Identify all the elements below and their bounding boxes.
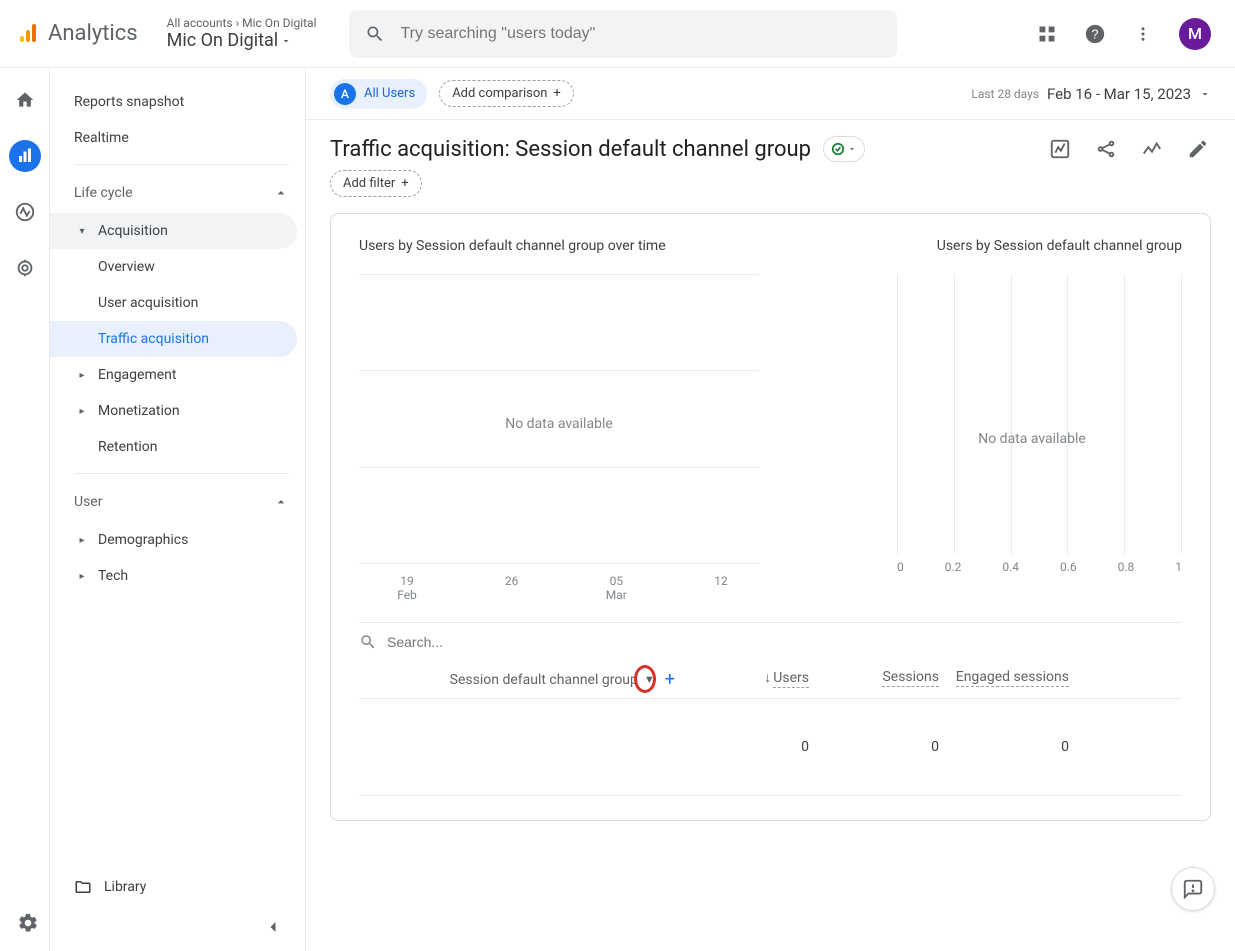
- rail-explore-icon[interactable]: [9, 196, 41, 228]
- dimension-selector[interactable]: Session default channel group: [450, 672, 638, 688]
- report-card: Users by Session default channel group o…: [330, 213, 1211, 821]
- feedback-icon: [1182, 878, 1204, 900]
- caret-right-icon: ▸: [74, 406, 90, 417]
- plus-icon: +: [401, 176, 408, 191]
- annotation-highlight: [634, 665, 656, 693]
- more-vert-icon[interactable]: [1131, 22, 1155, 46]
- rail-home-icon[interactable]: [9, 84, 41, 116]
- insights-icon[interactable]: [1139, 136, 1165, 162]
- sidebar-item-engagement[interactable]: ▸ Engagement: [50, 357, 297, 393]
- sidebar-section-user[interactable]: User: [50, 482, 305, 522]
- apps-icon[interactable]: [1035, 22, 1059, 46]
- plus-icon: +: [553, 86, 560, 101]
- sort-down-icon: ↓: [764, 670, 771, 686]
- chart-timeseries: Users by Session default channel group o…: [359, 238, 759, 602]
- top-bar: Analytics All accounts › Mic On Digital …: [0, 0, 1235, 68]
- rail-admin-gear-icon[interactable]: [12, 907, 44, 939]
- column-sessions[interactable]: Sessions: [809, 669, 939, 690]
- search-input[interactable]: [401, 25, 881, 43]
- product-logo-block[interactable]: Analytics: [8, 21, 146, 46]
- customize-report-icon[interactable]: [1047, 136, 1073, 162]
- table-row: 0 0 0: [359, 699, 1182, 796]
- segment-all-users[interactable]: A All Users: [330, 79, 427, 109]
- chart-right-xaxis: 0 0.2 0.4 0.6 0.8 1: [897, 560, 1182, 574]
- search-icon: [365, 24, 385, 44]
- add-dimension-button[interactable]: +: [661, 669, 679, 690]
- chart-left-xaxis: 19Feb 26 05Mar 12: [359, 574, 759, 602]
- svg-text:?: ?: [1091, 26, 1098, 41]
- sidebar-item-acquisition[interactable]: ▾ Acquisition: [50, 213, 297, 249]
- sidebar-item-reports-snapshot[interactable]: Reports snapshot: [50, 84, 297, 120]
- sidebar-item-acq-overview[interactable]: Overview: [50, 249, 297, 285]
- collapse-sidebar-button[interactable]: [257, 911, 289, 943]
- sidebar-item-demographics[interactable]: ▸ Demographics: [50, 522, 297, 558]
- search-icon: [359, 633, 377, 651]
- rail-reports-icon[interactable]: [9, 140, 41, 172]
- sidebar-section-lifecycle[interactable]: Life cycle: [50, 173, 305, 213]
- chart-bar: Users by Session default channel group N…: [807, 238, 1182, 602]
- page-title: Traffic acquisition: Session default cha…: [330, 137, 811, 162]
- account-selector[interactable]: All accounts › Mic On Digital Mic On Dig…: [154, 16, 329, 51]
- sidebar-item-realtime[interactable]: Realtime: [50, 120, 297, 156]
- column-users[interactable]: ↓Users: [679, 669, 809, 690]
- sidebar: Reports snapshot Realtime Life cycle ▾ A…: [50, 68, 306, 951]
- caret-right-icon: ▸: [74, 571, 90, 582]
- cell-users: 0: [679, 739, 809, 755]
- account-name: Mic On Digital: [167, 30, 279, 51]
- sidebar-item-retention[interactable]: Retention: [50, 429, 297, 465]
- data-quality-badge[interactable]: [823, 136, 865, 162]
- edit-pencil-icon[interactable]: [1185, 136, 1211, 162]
- cell-engaged: 0: [939, 739, 1069, 755]
- caret-down-icon: [1199, 88, 1211, 100]
- caret-down-icon: [280, 35, 292, 47]
- comparison-bar: A All Users Add comparison + Last 28 day…: [306, 68, 1235, 120]
- cell-sessions: 0: [809, 739, 939, 755]
- help-icon[interactable]: ?: [1083, 22, 1107, 46]
- sidebar-item-library[interactable]: Library: [50, 867, 305, 907]
- analytics-logo-icon: [16, 22, 40, 46]
- table-header: Session default channel group ▼ + ↓Users…: [359, 661, 1182, 699]
- sidebar-item-traffic-acquisition[interactable]: Traffic acquisition: [50, 321, 297, 357]
- caret-right-icon: ▸: [74, 535, 90, 546]
- feedback-fab[interactable]: [1171, 867, 1215, 911]
- chevron-up-icon: [273, 185, 289, 201]
- caret-right-icon: ▸: [74, 370, 90, 381]
- table-search-row: [359, 622, 1182, 661]
- avatar[interactable]: M: [1179, 18, 1211, 50]
- date-range-picker[interactable]: Last 28 days Feb 16 - Mar 15, 2023: [971, 85, 1211, 103]
- search-box[interactable]: [349, 10, 897, 58]
- caret-down-icon: ▾: [74, 226, 90, 237]
- add-filter-button[interactable]: Add filter +: [330, 170, 422, 197]
- share-icon[interactable]: [1093, 136, 1119, 162]
- product-name: Analytics: [48, 21, 138, 46]
- column-engaged-sessions[interactable]: Engaged sessions: [939, 669, 1069, 690]
- rail-advertising-icon[interactable]: [9, 252, 41, 284]
- account-breadcrumb: All accounts › Mic On Digital: [167, 16, 317, 30]
- folder-icon: [74, 878, 92, 896]
- add-comparison-button[interactable]: Add comparison +: [439, 80, 574, 107]
- table-search-input[interactable]: [387, 634, 568, 650]
- sidebar-item-user-acquisition[interactable]: User acquisition: [50, 285, 297, 321]
- chevron-up-icon: [273, 494, 289, 510]
- sidebar-item-monetization[interactable]: ▸ Monetization: [50, 393, 297, 429]
- nav-rail: [0, 68, 50, 951]
- no-data-label: No data available: [505, 416, 613, 432]
- no-data-label: No data available: [978, 431, 1086, 447]
- main-content: A All Users Add comparison + Last 28 day…: [306, 68, 1235, 951]
- report-title-bar: Traffic acquisition: Session default cha…: [306, 120, 1235, 170]
- sidebar-item-tech[interactable]: ▸ Tech: [50, 558, 297, 594]
